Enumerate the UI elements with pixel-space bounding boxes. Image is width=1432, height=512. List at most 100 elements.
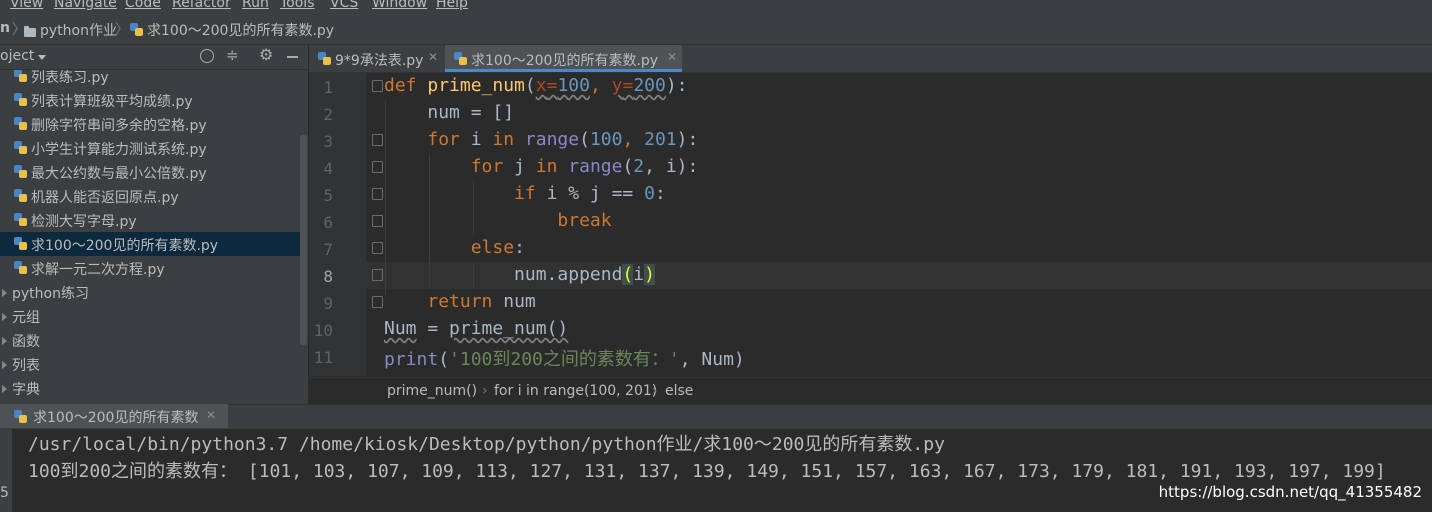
watermark: https://blog.csdn.net/qq_41355482 [1158, 483, 1422, 501]
code-line: for j in range(2, i): [470, 156, 699, 177]
python-file-icon [14, 117, 27, 130]
project-scrollbar[interactable] [300, 135, 307, 345]
tree-file-label: 小学生计算能力测试系统.py [31, 142, 207, 158]
tree-file-item[interactable]: 删除字符串间多余的空格.py [0, 112, 300, 136]
fold-toggle-icon[interactable] [372, 188, 383, 200]
menu-help[interactable]: Help [436, 0, 468, 11]
python-file-icon [14, 237, 27, 250]
tree-file-item[interactable]: 列表计算班级平均成绩.py [0, 88, 300, 112]
line-number: 5 [323, 186, 333, 205]
tree-folder-label: 函数 [12, 334, 40, 350]
python-file-icon [14, 213, 27, 226]
tree-file-label: 列表练习.py [31, 70, 109, 86]
tree-file-label: 列表计算班级平均成绩.py [31, 94, 193, 110]
nav-project-crumb[interactable]: n [0, 20, 10, 36]
python-file-icon [14, 410, 27, 423]
crumb-separator-icon: › [652, 383, 658, 399]
tree-file-item[interactable]: 机器人能否返回原点.py [0, 184, 300, 208]
fold-toggle-icon[interactable] [372, 269, 383, 281]
python-file-icon [318, 52, 331, 65]
code-line: num = [] [427, 102, 515, 123]
code-line: return num [427, 291, 536, 312]
tab-prime-numbers[interactable]: 求100～200见的所有素数.py ✕ [445, 45, 682, 72]
fold-toggle-icon[interactable] [372, 215, 383, 227]
tree-folder-item[interactable]: 函数 [0, 328, 300, 352]
tree-file-label: 机器人能否返回原点.py [31, 190, 179, 206]
collapse-all-icon[interactable]: ≑ [226, 46, 239, 64]
menu-tools[interactable]: Tools [280, 0, 315, 11]
chevron-down-icon[interactable] [38, 55, 46, 60]
python-file-icon [454, 52, 467, 65]
line-number: 4 [323, 159, 333, 178]
code-line: if i % j == 0: [514, 183, 666, 204]
nav-separator-icon: 〉 [115, 22, 129, 38]
tree-folder-label: 字典 [12, 382, 40, 398]
python-file-icon [14, 165, 27, 178]
console-command-line: /usr/local/bin/python3.7 /home/kiosk/Des… [28, 434, 945, 455]
chevron-right-icon[interactable] [2, 385, 7, 393]
line-number: 1 [323, 78, 333, 97]
tree-file-item[interactable]: 列表练习.py [0, 70, 300, 88]
minimize-icon[interactable] [287, 56, 298, 58]
editor-tab-bar: 9*9承法表.py ✕ 求100～200见的所有素数.py ✕ [309, 45, 1432, 73]
line-number-current: 8 [323, 267, 333, 286]
tree-file-label: 检测大写字母.py [31, 214, 137, 230]
project-view-selector[interactable]: oject [0, 48, 34, 64]
tree-file-item[interactable]: 小学生计算能力测试系统.py [0, 136, 300, 160]
chevron-right-icon[interactable] [2, 313, 7, 321]
chevron-right-icon[interactable] [2, 361, 7, 369]
menu-code[interactable]: Code [125, 0, 161, 11]
menu-view[interactable]: View [10, 0, 43, 11]
menu-vcs[interactable]: VCS [330, 0, 358, 11]
menu-bar: View Navigate Code Refactor Run Tools VC… [0, 0, 1432, 14]
line-number: 7 [323, 240, 333, 259]
tree-file-item-selected[interactable]: 求100～200见的所有素数.py [0, 232, 300, 256]
fold-toggle-icon[interactable] [372, 80, 383, 92]
code-line: else: [470, 237, 525, 258]
crumb-separator-icon: › [482, 383, 488, 399]
menu-navigate[interactable]: Navigate [54, 0, 117, 11]
code-line: for i in range(100, 201): [427, 129, 699, 150]
chevron-right-icon[interactable] [2, 337, 7, 345]
fold-toggle-icon[interactable] [372, 161, 383, 173]
python-file-icon [130, 22, 143, 38]
fold-toggle-icon[interactable] [372, 134, 383, 146]
close-icon[interactable]: ✕ [667, 50, 677, 64]
python-file-icon [14, 189, 27, 202]
fold-toggle-icon[interactable] [372, 296, 383, 308]
nav-file-crumb[interactable]: 求100～200见的所有素数.py [147, 20, 334, 40]
chevron-right-icon[interactable] [2, 289, 7, 297]
tab-label: 求100～200见的所有素数.py [471, 53, 659, 69]
tree-folder-item[interactable]: 元组 [0, 304, 300, 328]
project-panel-header: oject ≑ ⚙ [0, 45, 308, 70]
tree-file-item[interactable]: 检测大写字母.py [0, 208, 300, 232]
code-line: def prime_num(x=100, y=200): [384, 75, 688, 96]
crumb-for-loop[interactable]: for i in range(100, 201) [494, 383, 657, 399]
line-number: 3 [323, 132, 333, 151]
menu-run[interactable]: Run [242, 0, 269, 11]
tree-file-item[interactable]: 最大公约数与最小公倍数.py [0, 160, 300, 184]
tree-folder-item[interactable]: python练习 [0, 280, 300, 304]
line-number: 11 [313, 348, 333, 367]
tab-multiplication-table[interactable]: 9*9承法表.py ✕ [309, 45, 445, 72]
tree-folder-item[interactable]: 字典 [0, 376, 300, 400]
menu-window[interactable]: Window [372, 0, 427, 11]
run-tab[interactable]: 求100～200见的所有素数 ✕ [0, 404, 228, 428]
project-tree: 列表练习.py 列表计算班级平均成绩.py 删除字符串间多余的空格.py 小学生… [0, 70, 308, 404]
code-line-current: num.append(i) [514, 264, 655, 285]
tree-file-item[interactable]: 求解一元二次方程.py [0, 256, 300, 280]
code-line: print('100到200之间的素数有：', Num) [384, 349, 745, 370]
python-file-icon [14, 141, 27, 154]
gear-icon[interactable]: ⚙ [259, 45, 273, 64]
line-number: 6 [323, 213, 333, 232]
fold-toggle-icon[interactable] [372, 242, 383, 254]
close-icon[interactable]: ✕ [206, 408, 216, 422]
crumb-function[interactable]: prime_num() [387, 383, 477, 399]
crumb-else[interactable]: else [665, 383, 693, 399]
close-icon[interactable]: ✕ [428, 50, 438, 64]
tree-folder-item[interactable]: 列表 [0, 352, 300, 376]
python-file-icon [14, 93, 27, 106]
menu-refactor[interactable]: Refactor [172, 0, 231, 11]
nav-folder-crumb[interactable]: python作业 [40, 20, 117, 40]
locate-crosshair-icon[interactable] [200, 49, 214, 63]
